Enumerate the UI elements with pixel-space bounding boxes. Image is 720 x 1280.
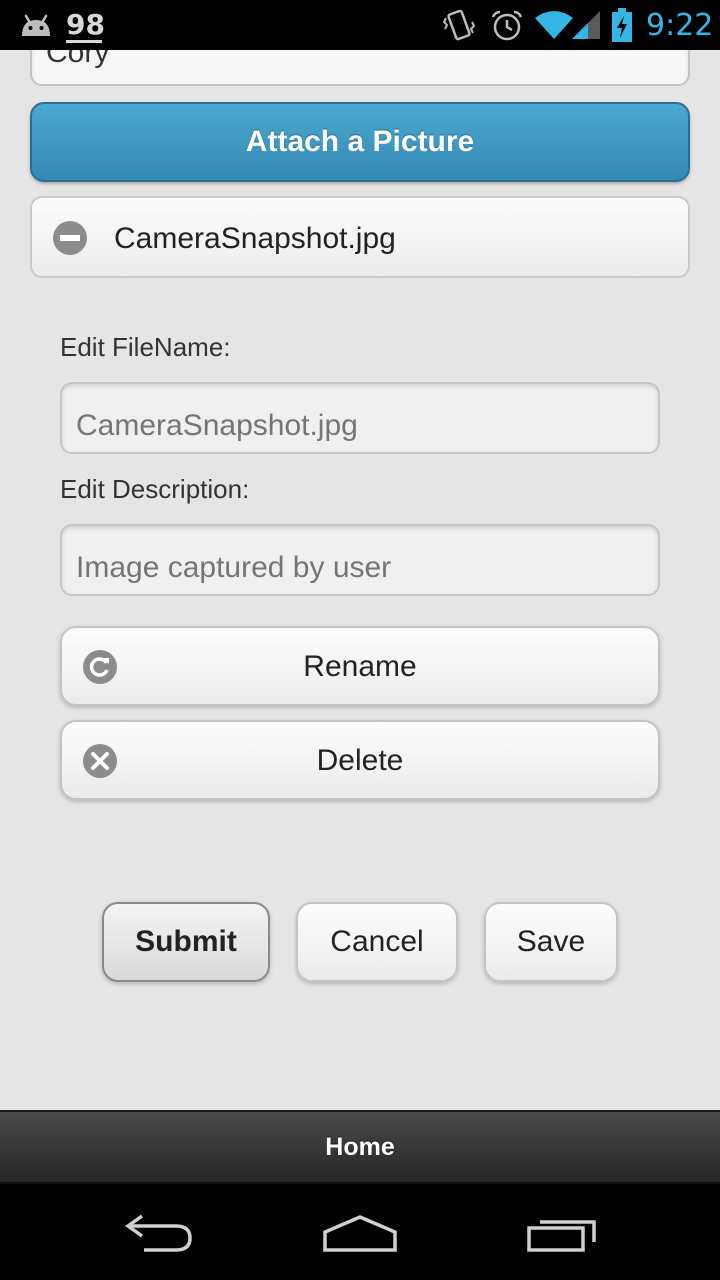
submit-button[interactable]: Submit	[102, 902, 270, 982]
wifi-icon	[535, 11, 573, 39]
delete-button-label: Delete	[316, 744, 404, 777]
save-button[interactable]: Save	[484, 902, 618, 982]
attached-file-item[interactable]: CameraSnapshot.jpg	[30, 196, 690, 278]
delete-button[interactable]: Delete	[60, 720, 660, 800]
edit-filename-input[interactable]	[60, 382, 660, 454]
form-content: Cory Attach a Picture CameraSnapshot.jpg…	[0, 50, 720, 1110]
battery-charging-icon	[612, 8, 632, 42]
notification-underline	[66, 40, 102, 43]
system-nav-bar	[0, 1184, 720, 1280]
cancel-button[interactable]: Cancel	[296, 902, 458, 982]
vibrate-icon	[443, 9, 475, 41]
back-icon[interactable]	[124, 1214, 196, 1254]
notification-count: 98	[66, 8, 105, 41]
attach-picture-button[interactable]: Attach a Picture	[30, 102, 690, 182]
edit-description-label: Edit Description:	[60, 474, 250, 504]
status-clock: 9:22	[646, 8, 714, 43]
rename-button[interactable]: Rename	[60, 626, 660, 706]
home-icon[interactable]	[322, 1214, 398, 1254]
minus-circle-icon[interactable]	[52, 220, 88, 256]
footer-bar[interactable]: Home	[0, 1110, 720, 1184]
name-field[interactable]: Cory	[30, 50, 690, 86]
rename-button-label: Rename	[303, 650, 417, 683]
recent-apps-icon[interactable]	[526, 1212, 598, 1254]
signal-icon	[572, 11, 600, 39]
alarm-icon	[491, 10, 523, 41]
edit-filename-label: Edit FileName:	[60, 332, 231, 362]
android-icon	[22, 14, 50, 36]
edit-description-input[interactable]	[60, 524, 660, 596]
attached-file-name: CameraSnapshot.jpg	[114, 222, 396, 255]
status-bar: 98 9:22	[0, 0, 720, 50]
footer-home-link[interactable]: Home	[325, 1133, 394, 1162]
